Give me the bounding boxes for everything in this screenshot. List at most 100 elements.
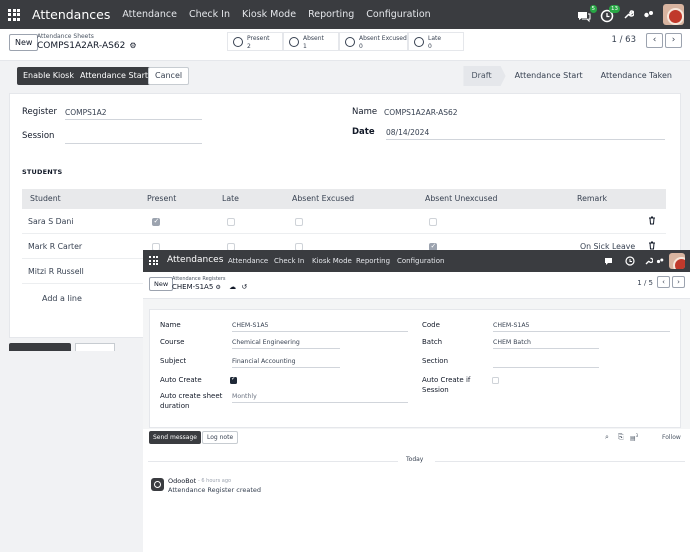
save-cloud-icon[interactable]: ☁: [229, 283, 236, 291]
section-field[interactable]: [493, 358, 599, 368]
absent-excused-checkbox[interactable]: [295, 218, 303, 226]
name-label: Name: [160, 321, 181, 329]
pager-value[interactable]: 1 / 63: [612, 35, 637, 45]
attendance-start-button[interactable]: Attendance Start: [74, 67, 155, 85]
today-separator: Today: [143, 456, 690, 463]
menu-check-in[interactable]: Check In: [274, 257, 304, 265]
absent-unexcused-checkbox[interactable]: [429, 218, 437, 226]
pager-previous-icon[interactable]: ‹: [646, 33, 663, 48]
menu-reporting[interactable]: Reporting: [308, 9, 354, 20]
code-field[interactable]: CHEM-S1A5: [493, 322, 670, 332]
search-icon[interactable]: ⌕: [605, 433, 609, 442]
batch-field[interactable]: CHEM Batch: [493, 339, 599, 349]
subject-field[interactable]: Financial Accounting: [232, 358, 340, 368]
new-button[interactable]: New: [9, 34, 39, 51]
duration-field[interactable]: Monthly: [232, 393, 408, 403]
stat-absent-button[interactable]: Absent 1: [283, 32, 339, 51]
pager-value[interactable]: 1 / 5: [637, 279, 653, 287]
name-label: Name: [352, 107, 378, 117]
discard-icon[interactable]: ↺: [241, 283, 247, 291]
cancel-button[interactable]: Cancel: [148, 67, 190, 85]
new-button[interactable]: New: [149, 277, 174, 291]
user-icon: [345, 37, 355, 47]
add-line-link[interactable]: Add a line: [42, 294, 82, 303]
students-section-title: STUDENTS: [22, 168, 63, 176]
messages-icon[interactable]: [604, 256, 614, 266]
send-message-button[interactable]: Send message: [149, 431, 201, 444]
course-field[interactable]: Chemical Engineering: [232, 339, 340, 349]
user-avatar[interactable]: [663, 4, 684, 25]
message-author[interactable]: OdooBot: [168, 477, 196, 485]
menu-reporting[interactable]: Reporting: [356, 257, 390, 265]
col-absent-excused[interactable]: Absent Excused: [292, 189, 354, 209]
enable-kiosk-button[interactable]: Enable Kiosk: [17, 67, 80, 85]
odoobot-avatar[interactable]: [151, 478, 164, 491]
col-late[interactable]: Late: [222, 189, 239, 209]
pager-previous-icon[interactable]: ‹: [657, 276, 670, 288]
stage-attendance-taken[interactable]: Attendance Taken: [592, 66, 681, 86]
activity-clock-icon[interactable]: [625, 256, 635, 266]
late-checkbox[interactable]: [227, 218, 235, 226]
stat-label: Absent Excused: [359, 35, 407, 42]
stat-late-button[interactable]: Late 0: [408, 32, 464, 51]
paperclip-icon[interactable]: ⎘: [618, 433, 624, 442]
messages-icon[interactable]: 5: [577, 4, 597, 22]
messages-count-badge: 5: [589, 4, 597, 13]
activity-clock-icon[interactable]: 13: [600, 4, 620, 22]
stage-draft[interactable]: Draft: [463, 66, 506, 86]
menu-kiosk-mode[interactable]: Kiosk Mode: [312, 257, 352, 265]
attachments-count: 3: [635, 433, 639, 438]
overlay-control-panel: New Attendance Registers CHEM-S1A5 ⚙ ☁ ↺…: [143, 272, 690, 299]
app-title[interactable]: Attendances: [32, 7, 110, 22]
name-field[interactable]: CHEM-S1A5: [232, 322, 408, 332]
user-icon: [289, 37, 299, 47]
company-switch-icon[interactable]: [656, 257, 664, 265]
menu-attendance[interactable]: Attendance: [122, 9, 177, 20]
col-absent-unexcused[interactable]: Absent Unexcused: [425, 189, 497, 209]
action-bar: Enable Kiosk Attendance Start Cancel Dra…: [9, 66, 681, 86]
trash-icon[interactable]: [648, 216, 656, 225]
register-label: Register: [22, 107, 57, 117]
menu-configuration[interactable]: Configuration: [366, 9, 430, 20]
follow-button[interactable]: Follow: [662, 434, 681, 441]
breadcrumb[interactable]: Attendance Registers: [172, 276, 226, 282]
stat-absent-excused-button[interactable]: Absent Excused 0: [339, 32, 408, 51]
menu-check-in[interactable]: Check In: [189, 9, 230, 20]
gear-icon[interactable]: ⚙: [216, 284, 221, 291]
breadcrumb[interactable]: Attendance Sheets: [37, 33, 94, 40]
menu-kiosk-mode[interactable]: Kiosk Mode: [242, 9, 296, 20]
gear-icon[interactable]: ⚙: [129, 41, 136, 50]
col-remark[interactable]: Remark: [577, 189, 607, 209]
pager-next-icon[interactable]: ›: [672, 276, 685, 288]
apps-menu-icon[interactable]: [8, 8, 20, 21]
wrench-icon[interactable]: [623, 9, 634, 20]
menu-configuration[interactable]: Configuration: [397, 257, 444, 265]
stat-label: Present: [247, 35, 270, 42]
register-field[interactable]: COMPS1A2: [65, 108, 202, 120]
attachments-icon[interactable]: ▤3: [630, 433, 638, 442]
wrench-icon[interactable]: [645, 257, 653, 265]
date-field[interactable]: 08/14/2024: [386, 128, 665, 140]
stat-present-button[interactable]: Present 2: [227, 32, 283, 51]
record-name: CHEM-S1A5 ⚙ ☁ ↺: [172, 283, 247, 291]
col-student[interactable]: Student: [30, 189, 61, 209]
present-checkbox[interactable]: [152, 217, 160, 226]
pager-next-icon[interactable]: ›: [665, 33, 682, 48]
stage-attendance-start[interactable]: Attendance Start: [506, 66, 592, 86]
auto-if-session-checkbox[interactable]: [492, 377, 499, 384]
stat-label: Absent: [303, 35, 324, 42]
user-avatar[interactable]: [669, 253, 685, 269]
auto-create-label: Auto Create: [160, 376, 202, 384]
menu-attendance[interactable]: Attendance: [228, 257, 268, 265]
session-field[interactable]: [65, 132, 202, 144]
company-switch-icon[interactable]: [643, 9, 654, 20]
apps-menu-icon[interactable]: [149, 256, 158, 265]
record-title: CHEM-S1A5: [172, 283, 214, 291]
col-present[interactable]: Present: [147, 189, 176, 209]
table-row[interactable]: Sara S Dani: [22, 210, 666, 234]
auto-create-checkbox[interactable]: [230, 375, 237, 384]
log-note-button[interactable]: Log note: [202, 431, 239, 444]
stat-count: 0: [428, 43, 432, 50]
trash-icon[interactable]: [648, 241, 656, 250]
app-title[interactable]: Attendances: [167, 255, 223, 265]
